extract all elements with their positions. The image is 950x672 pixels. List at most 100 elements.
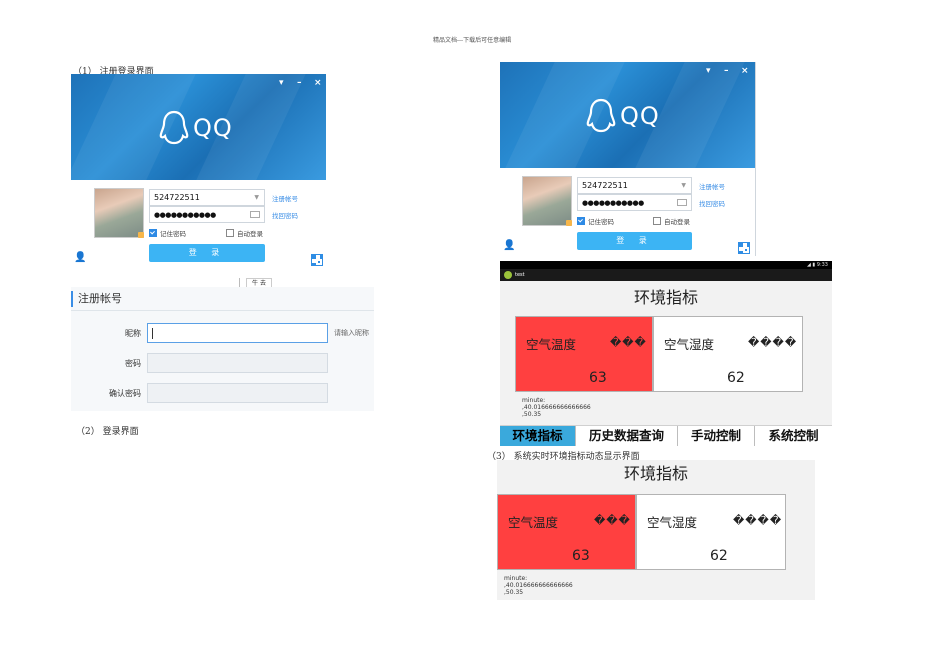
password-value: ●●●●●●●●●●● — [582, 198, 644, 207]
env-title: 环境指标 — [623, 464, 688, 483]
log-text: minute: ,40.016666666666666 ,50.35 — [504, 575, 573, 596]
env-app-screen: ◢ ▮ 9:33 test 环境指标 空气温度 ��� 63 空气湿度 ����… — [500, 261, 832, 426]
avatar — [522, 176, 572, 226]
temperature-value: 63 — [572, 548, 590, 564]
tab-system[interactable]: 系统控制 — [755, 426, 832, 446]
checkbox-icon — [653, 217, 661, 225]
qr-code-icon[interactable] — [311, 254, 323, 266]
log-line: ,50.35 — [522, 411, 542, 418]
auto-login-checkbox[interactable]: 自动登录 — [653, 216, 690, 226]
log-line: minute: — [522, 397, 546, 404]
remember-password-checkbox[interactable]: 记住密码 — [577, 216, 614, 226]
nickname-input[interactable] — [147, 323, 328, 343]
humidity-tile: 空气湿度 ���� 62 — [653, 316, 803, 392]
close-icon[interactable]: × — [741, 66, 749, 76]
app-name: test — [515, 272, 525, 278]
humidity-value: 62 — [727, 370, 745, 386]
remember-label: 记住密码 — [160, 230, 186, 238]
register-title-divider — [71, 310, 374, 311]
tab-manual[interactable]: 手动控制 — [678, 426, 755, 446]
qq-logo-text: QQ — [620, 102, 660, 130]
close-icon[interactable]: × — [314, 78, 322, 88]
qq-login-window-left: ▾ – × QQ 524722511 ▼ ●●●●●●●●●●● 注册帐号 找回… — [71, 74, 326, 268]
avatar — [94, 188, 144, 238]
qq-logo-text: QQ — [193, 114, 233, 142]
qq-logo: QQ — [586, 98, 660, 134]
confirm-password-field[interactable] — [147, 383, 328, 403]
temperature-unknown: ��� — [610, 336, 647, 349]
checkbox-checked-icon — [149, 229, 157, 237]
remember-label: 记住密码 — [588, 218, 614, 226]
account-value: 524722511 — [582, 181, 628, 190]
log-line: ,40.016666666666666 — [522, 404, 591, 411]
account-value: 524722511 — [154, 193, 200, 202]
qr-code-icon[interactable] — [738, 242, 750, 254]
register-link[interactable]: 注册帐号 — [272, 193, 298, 203]
action-bar: test — [500, 269, 832, 281]
login-button[interactable]: 登 录 — [577, 232, 692, 250]
temperature-value: 63 — [589, 370, 607, 386]
chevron-down-icon[interactable]: ▼ — [681, 182, 686, 189]
confirm-password-label: 确认密码 — [109, 389, 141, 398]
register-panel: 注册帐号 昵称 请输入昵称 密码 确认密码 — [71, 287, 374, 411]
under-window-label: 牛 去 — [252, 280, 266, 287]
humidity-label: 空气湿度 — [664, 337, 715, 352]
temperature-tile: 空气温度 ��� 63 — [497, 494, 636, 570]
temperature-unknown: ��� — [594, 514, 631, 527]
humidity-value: 62 — [710, 548, 728, 564]
account-input[interactable]: 524722511 ▼ — [577, 177, 692, 194]
menu-icon[interactable]: ▾ — [706, 66, 711, 76]
log-line: ,50.35 — [504, 589, 524, 596]
menu-icon[interactable]: ▾ — [279, 78, 284, 88]
qq-logo: QQ — [159, 110, 233, 146]
auto-login-label: 自动登录 — [664, 218, 690, 226]
password-field[interactable] — [147, 353, 328, 373]
qq-banner: ▾ – × QQ — [71, 74, 326, 180]
env-app-screen-cropped: 环境指标 空气温度 ��� 63 空气湿度 ���� 62 minute: ,4… — [497, 460, 815, 600]
tab-history[interactable]: 历史数据查询 — [576, 426, 678, 446]
add-account-icon[interactable]: 👤 — [74, 252, 86, 263]
status-text: ◢ ▮ 9:33 — [806, 262, 828, 268]
account-input[interactable]: 524722511 ▼ — [149, 189, 265, 206]
login-button[interactable]: 登 录 — [149, 244, 265, 262]
qq-banner: ▾ – × QQ — [500, 62, 755, 168]
keyboard-icon[interactable] — [250, 211, 260, 218]
forgot-password-link[interactable]: 找回密码 — [272, 210, 298, 220]
auto-login-checkbox[interactable]: 自动登录 — [226, 228, 263, 238]
auto-login-label: 自动登录 — [237, 230, 263, 238]
nickname-label: 昵称 — [125, 329, 141, 338]
bottom-tabs: 环境指标 历史数据查询 手动控制 系统控制 — [500, 426, 832, 446]
nickname-hint: 请输入昵称 — [334, 329, 369, 337]
chevron-down-icon[interactable]: ▼ — [254, 194, 259, 201]
temperature-tile: 空气温度 ��� 63 — [515, 316, 653, 392]
password-label: 密码 — [125, 359, 141, 368]
tab-env[interactable]: 环境指标 — [500, 426, 576, 446]
keyboard-icon[interactable] — [677, 199, 687, 206]
add-account-icon[interactable]: 👤 — [503, 240, 515, 251]
checkbox-icon — [226, 229, 234, 237]
checkbox-checked-icon — [577, 217, 585, 225]
status-bar: ◢ ▮ 9:33 — [500, 261, 832, 269]
minimize-icon[interactable]: – — [297, 78, 302, 88]
android-icon — [504, 271, 512, 279]
password-input[interactable]: ●●●●●●●●●●● — [577, 194, 692, 211]
qq-login-window-right: ▾ – × QQ 524722511 ▼ ●●●●●●●●●●● 注册帐号 找回… — [500, 62, 756, 256]
forgot-password-link[interactable]: 找回密码 — [699, 198, 725, 208]
humidity-tile: 空气湿度 ���� 62 — [636, 494, 786, 570]
humidity-unknown: ���� — [748, 336, 798, 349]
humidity-unknown: ���� — [733, 514, 783, 527]
log-line: minute: — [504, 575, 528, 582]
minimize-icon[interactable]: – — [724, 66, 729, 76]
env-title: 环境指标 — [633, 288, 698, 307]
register-link[interactable]: 注册帐号 — [699, 181, 725, 191]
penguin-icon — [159, 110, 189, 145]
caption-login: （2） 登录界面 — [76, 427, 139, 437]
password-input[interactable]: ●●●●●●●●●●● — [149, 206, 265, 223]
humidity-label: 空气湿度 — [647, 515, 698, 530]
divider-tick — [239, 278, 240, 287]
remember-password-checkbox[interactable]: 记住密码 — [149, 228, 186, 238]
temperature-label: 空气温度 — [508, 515, 559, 530]
password-value: ●●●●●●●●●●● — [154, 210, 216, 219]
log-text: minute: ,40.016666666666666 ,50.35 — [522, 397, 591, 418]
register-title: 注册帐号 — [71, 291, 122, 307]
